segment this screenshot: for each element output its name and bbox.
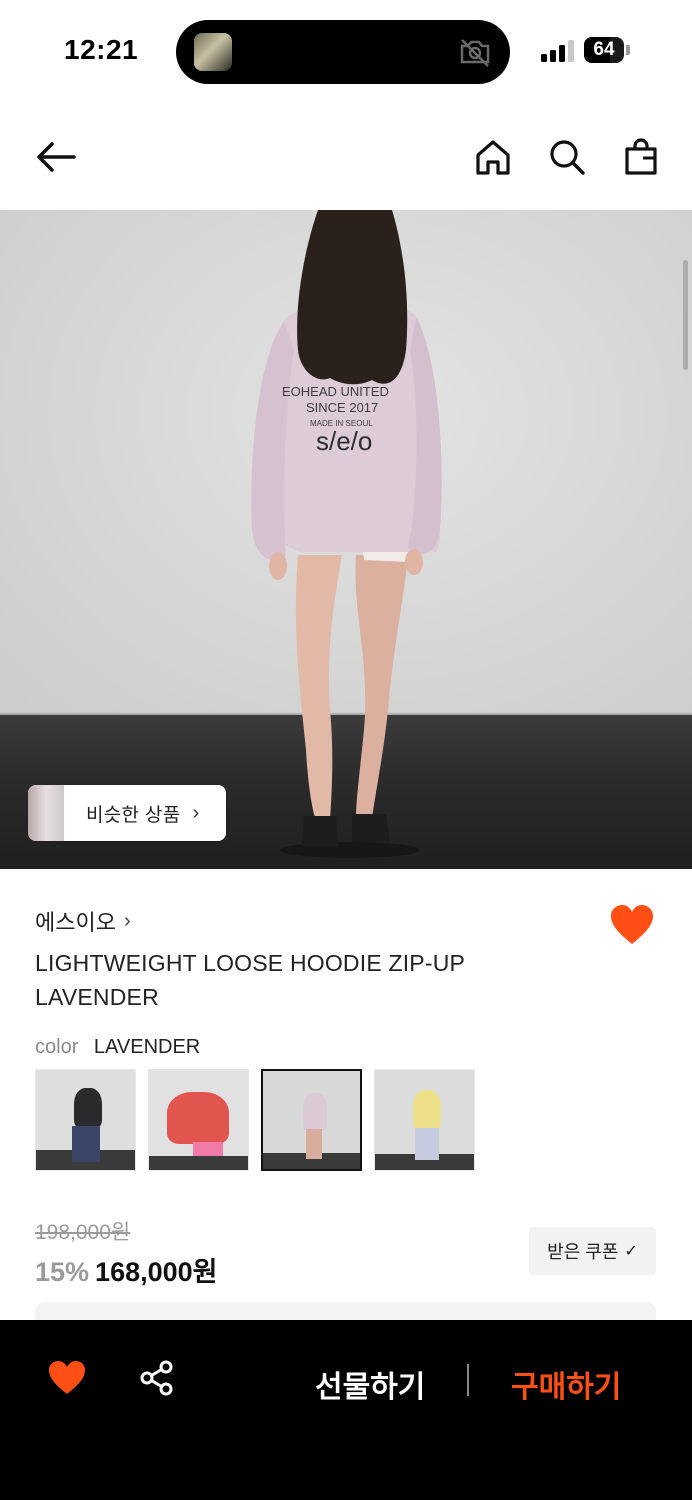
color-swatch-red[interactable] [148,1069,249,1171]
status-bar: 12:21 64 [0,0,692,104]
shopping-bag-icon [625,138,657,175]
cellular-signal-icon [541,40,577,62]
arrow-left-icon [37,142,76,172]
back-button[interactable] [33,134,79,180]
product-title: LIGHTWEIGHT LOOSE HOODIE ZIP-UP LAVENDER [35,950,465,1010]
search-icon [550,140,585,175]
svg-text:EOHEAD UNITED: EOHEAD UNITED [282,384,389,399]
cart-button[interactable] [618,134,664,180]
price-row: 15% 168,000원 [35,1250,218,1289]
battery-cap [626,45,630,55]
color-swatch-black[interactable] [35,1069,136,1171]
color-swatch-yellow[interactable] [374,1069,475,1171]
coupon-label: 받은 쿠폰 [547,1242,619,1262]
similar-products-label: 비슷한 상품 [86,804,181,826]
image-scroll-indicator [683,260,688,370]
similar-products-thumbnail [28,785,64,841]
model-photo: EOHEAD UNITED SINCE 2017 MADE IN SEOUL s… [251,210,442,858]
received-coupon-button[interactable]: 받은 쿠폰 ✓ [529,1227,656,1275]
heart-icon[interactable] [609,904,655,946]
similar-products-button[interactable]: 비슷한 상품 › [28,785,226,841]
chevron-right-icon: › [192,801,200,824]
bottom-action-bar: 선물하기 구매하기 [0,1320,692,1500]
gift-button[interactable]: 선물하기 [315,1362,425,1406]
svg-text:SINCE 2017: SINCE 2017 [306,400,378,415]
home-icon [476,140,510,175]
status-time: 12:21 [64,34,139,65]
battery-percentage: 64 [593,39,615,60]
dynamic-island [176,20,510,84]
sale-price: 168,000원 [95,1257,218,1287]
now-playing-thumbnail [194,33,232,71]
color-option-row: color LAVENDER [35,1036,200,1059]
battery-icon: 64 [584,37,624,63]
product-image-carousel[interactable]: EOHEAD UNITED SINCE 2017 MADE IN SEOUL s… [0,210,692,869]
camera-off-icon [460,39,490,67]
original-price: 198,000원 [35,1221,131,1244]
brand-link[interactable]: 에스이오 › [35,905,131,937]
color-value: LAVENDER [93,1036,201,1058]
color-swatch-lavender[interactable] [261,1069,362,1171]
svg-text:s/e/o: s/e/o [316,426,372,456]
heart-icon[interactable] [47,1360,87,1396]
check-icon: ✓ [624,1243,638,1260]
chevron-right-icon: › [123,909,131,932]
search-button[interactable] [544,134,590,180]
color-label: color [35,1036,79,1058]
color-swatch-list [35,1069,475,1171]
divider [467,1364,469,1396]
top-navigation [0,104,692,210]
home-button[interactable] [470,134,516,180]
discount-rate: 15% [35,1257,90,1287]
buy-button[interactable]: 구매하기 [511,1362,621,1406]
share-icon[interactable] [139,1360,175,1396]
brand-name: 에스이오 [35,910,116,935]
